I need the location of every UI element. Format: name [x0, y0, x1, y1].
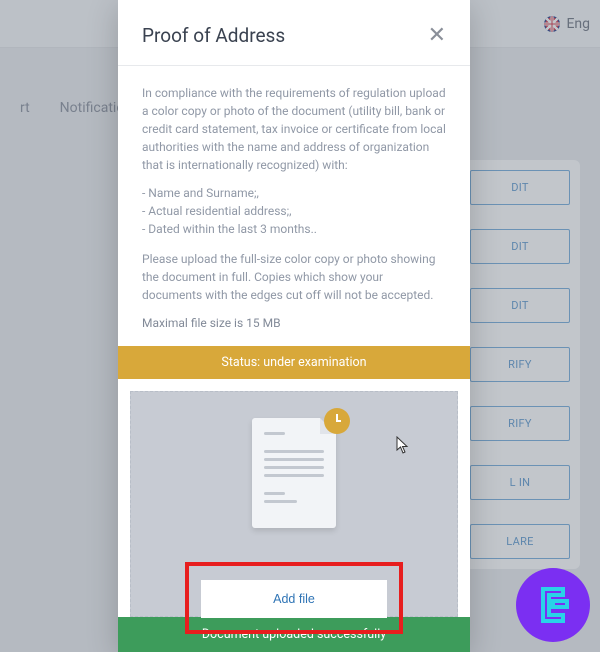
- bullet: - Dated within the last 3 months..: [142, 220, 446, 238]
- brand-logo-badge: [516, 568, 590, 642]
- brand-logo-icon: [531, 583, 575, 627]
- clock-pending-icon: [324, 408, 350, 434]
- intro-text: In compliance with the requirements of r…: [142, 84, 446, 174]
- note-text: Please upload the full-size color copy o…: [142, 250, 446, 304]
- modal-body: In compliance with the requirements of r…: [118, 66, 470, 346]
- modal-title: Proof of Address: [142, 24, 285, 47]
- document-icon: [252, 418, 336, 528]
- upload-dropzone[interactable]: Add file: [130, 391, 458, 617]
- close-icon[interactable]: ✕: [428, 25, 446, 47]
- max-file-size: Maximal file size is 15 MB: [142, 314, 446, 332]
- bullet: - Actual residential address;,: [142, 202, 446, 220]
- status-bar: Status: under examination: [118, 346, 470, 379]
- add-file-button[interactable]: Add file: [201, 580, 387, 618]
- proof-of-address-modal: Proof of Address ✕ In compliance with th…: [118, 0, 470, 652]
- bullet: - Name and Surname;,: [142, 184, 446, 202]
